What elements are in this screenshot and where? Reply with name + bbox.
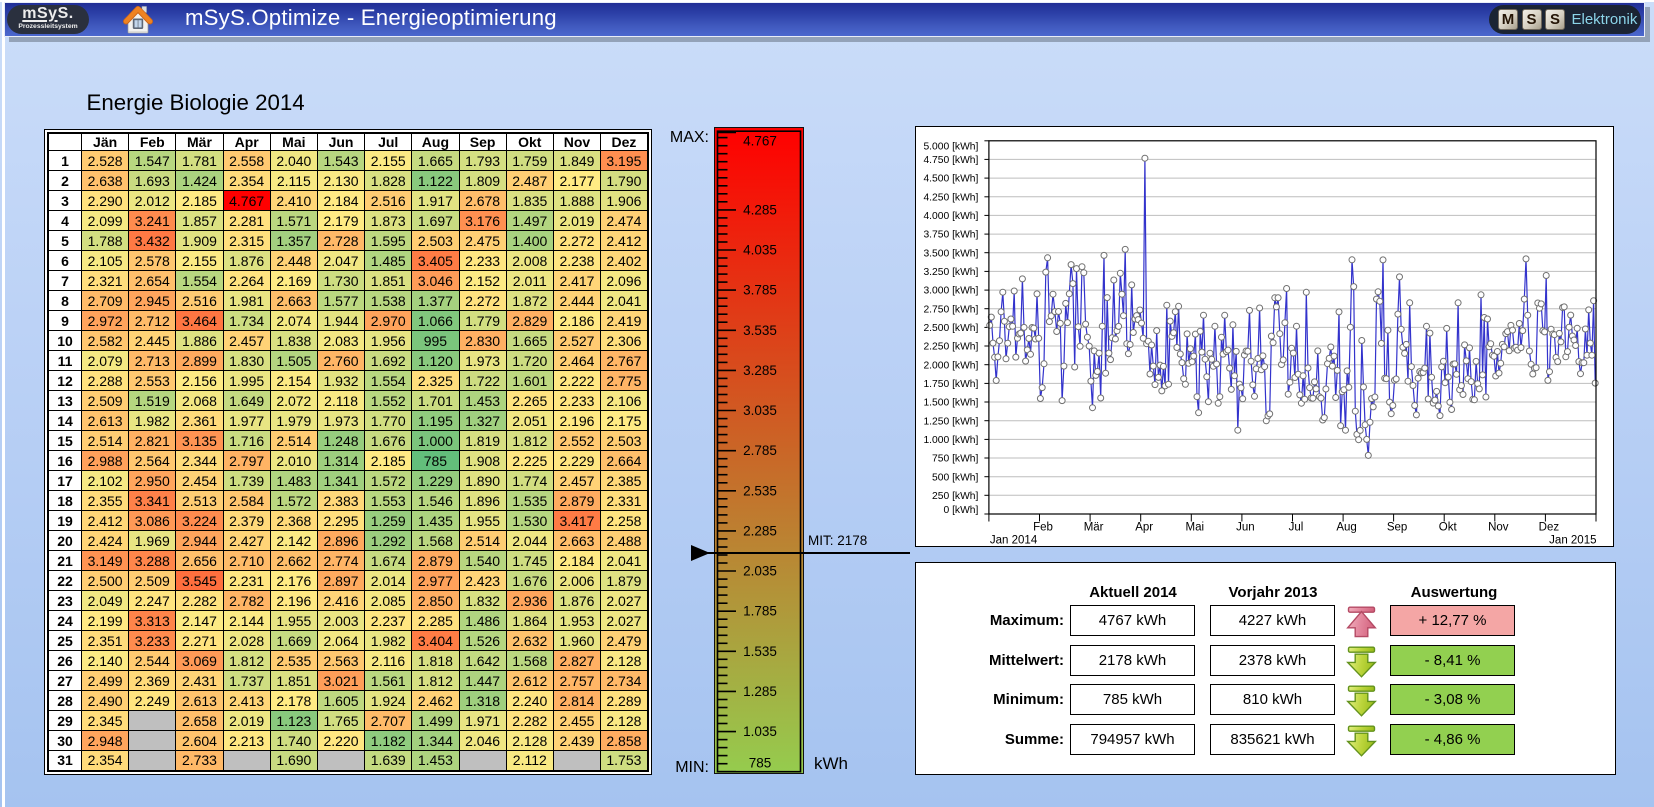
svg-text:1.535: 1.535 [743, 643, 777, 658]
svg-text:Dez: Dez [1538, 521, 1559, 533]
svg-text:3.285: 3.285 [743, 362, 777, 377]
svg-text:4.285: 4.285 [743, 202, 777, 217]
svg-text:Jan 2014: Jan 2014 [989, 534, 1037, 546]
svg-text:2.285: 2.285 [743, 523, 777, 538]
svg-text:Jul: Jul [1288, 521, 1303, 533]
svg-text:4.767: 4.767 [743, 133, 777, 148]
svg-text:3.785: 3.785 [743, 282, 777, 297]
svg-text:2.000 [kWh]: 2.000 [kWh] [923, 360, 978, 371]
svg-text:750 [kWh]: 750 [kWh] [932, 453, 978, 464]
svg-text:1.000 [kWh]: 1.000 [kWh] [923, 435, 978, 446]
svg-text:Mär: Mär [1083, 521, 1103, 533]
svg-text:785: 785 [749, 755, 772, 770]
svg-text:3.000 [kWh]: 3.000 [kWh] [923, 285, 978, 296]
svg-text:Feb: Feb [1033, 521, 1053, 533]
svg-text:Okt: Okt [1438, 521, 1457, 533]
svg-text:1.500 [kWh]: 1.500 [kWh] [923, 397, 978, 408]
svg-text:2.535: 2.535 [743, 483, 777, 498]
svg-text:2.750 [kWh]: 2.750 [kWh] [923, 304, 978, 315]
svg-text:Mai: Mai [1185, 521, 1204, 533]
svg-text:Jan 2015: Jan 2015 [1549, 534, 1596, 546]
svg-text:4.500 [kWh]: 4.500 [kWh] [923, 173, 978, 184]
svg-text:1.250 [kWh]: 1.250 [kWh] [923, 416, 978, 427]
svg-text:2.500 [kWh]: 2.500 [kWh] [923, 323, 978, 334]
svg-text:Apr: Apr [1135, 521, 1153, 533]
svg-text:Nov: Nov [1488, 521, 1509, 533]
svg-text:250 [kWh]: 250 [kWh] [932, 490, 978, 501]
svg-text:Sep: Sep [1386, 521, 1406, 533]
svg-text:Aug: Aug [1336, 521, 1356, 533]
svg-text:3.250 [kWh]: 3.250 [kWh] [923, 267, 978, 278]
svg-text:3.035: 3.035 [743, 403, 777, 418]
svg-text:1.035: 1.035 [743, 724, 777, 739]
svg-text:4.000 [kWh]: 4.000 [kWh] [923, 211, 978, 222]
svg-text:2.250 [kWh]: 2.250 [kWh] [923, 341, 978, 352]
svg-text:1.750 [kWh]: 1.750 [kWh] [923, 379, 978, 390]
svg-text:0 [kWh]: 0 [kWh] [943, 504, 978, 515]
svg-text:4.250 [kWh]: 4.250 [kWh] [923, 192, 978, 203]
svg-text:1.285: 1.285 [743, 683, 777, 698]
svg-text:5.000 [kWh]: 5.000 [kWh] [923, 141, 978, 152]
svg-text:4.750 [kWh]: 4.750 [kWh] [923, 155, 978, 166]
svg-text:Jun: Jun [1236, 521, 1255, 533]
svg-text:3.750 [kWh]: 3.750 [kWh] [923, 229, 978, 240]
svg-text:3.535: 3.535 [743, 322, 777, 337]
svg-text:3.500 [kWh]: 3.500 [kWh] [923, 248, 978, 259]
svg-text:2.035: 2.035 [743, 563, 777, 578]
svg-text:2.785: 2.785 [743, 443, 777, 458]
svg-text:1.785: 1.785 [743, 603, 777, 618]
svg-text:4.035: 4.035 [743, 242, 777, 257]
svg-text:500 [kWh]: 500 [kWh] [932, 472, 978, 483]
